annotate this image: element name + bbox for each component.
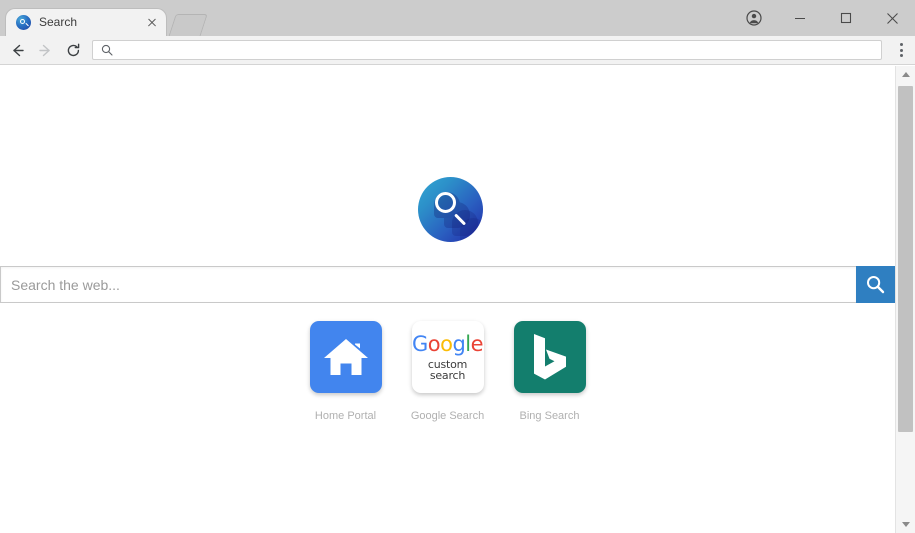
google-letter-g2: g <box>452 331 466 356</box>
house-icon[interactable] <box>309 321 382 393</box>
chrome-menu-icon[interactable] <box>890 36 912 64</box>
scrollbar-thumb[interactable] <box>898 86 913 432</box>
shortcut-tile-bing-search[interactable]: Bing Search <box>513 321 586 422</box>
close-icon[interactable] <box>144 15 160 31</box>
address-bar[interactable] <box>92 40 882 60</box>
forward-button[interactable] <box>31 36 59 64</box>
tab-title: Search <box>39 15 78 29</box>
new-tab-button[interactable] <box>168 14 208 37</box>
search-bar: Search the web... <box>0 266 895 303</box>
shortcut-tile-home-portal[interactable]: Home Portal <box>309 321 382 422</box>
search-icon <box>101 44 113 56</box>
window-controls <box>731 0 915 36</box>
browser-toolbar <box>0 36 915 65</box>
reload-button[interactable] <box>59 36 87 64</box>
google-letter-o2: o <box>440 331 453 356</box>
shortcut-tile-label: Home Portal <box>314 410 377 422</box>
scroll-up-arrow-icon[interactable] <box>896 66 915 83</box>
search-icon <box>867 276 885 294</box>
back-button[interactable] <box>3 36 31 64</box>
google-letter-g1: G <box>411 331 428 356</box>
search-logo <box>418 177 483 242</box>
google-letter-o1: o <box>427 331 441 356</box>
google-wordmark-text: Google <box>411 331 484 356</box>
browser-tab[interactable]: Search <box>6 9 166 36</box>
maximize-button[interactable] <box>823 3 869 33</box>
search-input[interactable]: Search the web... <box>0 266 856 303</box>
window-close-button[interactable] <box>869 3 915 33</box>
google-subtitle: custom search <box>427 357 468 382</box>
page-viewport: Search the web... Home Portal Google cus… <box>0 66 895 533</box>
bing-logo[interactable] <box>513 321 586 393</box>
title-bar: Search <box>0 0 915 37</box>
browser-window: Search Search the web... Home Portal Goo… <box>0 0 915 533</box>
shortcut-tile-google-search[interactable]: Google custom search Google Search <box>410 321 485 422</box>
magnifier-handle-icon <box>453 213 467 226</box>
google-letter-e: e <box>470 331 484 356</box>
shortcut-tiles: Home Portal Google custom search Google … <box>0 321 895 422</box>
google-custom-search-logo[interactable]: Google custom search <box>411 321 484 393</box>
scroll-down-arrow-icon[interactable] <box>896 516 915 533</box>
search-globe-favicon <box>16 15 31 30</box>
search-submit-button[interactable] <box>856 266 895 303</box>
shortcut-tile-label: Google Search <box>410 410 485 422</box>
magnifier-lens-icon <box>435 192 456 213</box>
profile-icon[interactable] <box>731 3 777 33</box>
google-wordmark: Google custom search <box>411 331 484 382</box>
minimize-button[interactable] <box>777 3 823 33</box>
search-input-placeholder: Search the web... <box>11 276 120 293</box>
shortcut-tile-label: Bing Search <box>519 410 580 422</box>
page-scrollbar[interactable] <box>895 66 915 533</box>
